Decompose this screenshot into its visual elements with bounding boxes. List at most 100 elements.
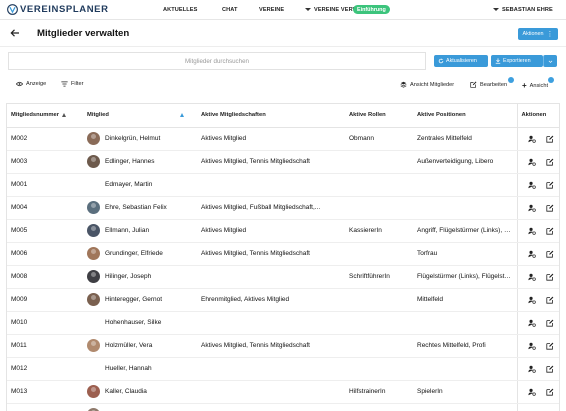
search-input[interactable]: Mitglieder durchsuchen <box>8 52 426 70</box>
user-menu[interactable]: SEBASTIAN EHRE <box>493 7 553 13</box>
table-row[interactable]: M012 Hueller, Hannah <box>7 357 559 381</box>
member-cell[interactable]: Edmayer, Martin <box>83 173 197 197</box>
member-cell[interactable]: Kaller, Claudia <box>83 380 197 404</box>
actions-button[interactable]: Aktionen ⋮ <box>518 28 558 40</box>
export-button[interactable]: Exportieren <box>491 55 543 67</box>
avatar <box>87 339 100 352</box>
edit-icon[interactable] <box>546 319 554 327</box>
user-settings-icon[interactable] <box>527 204 536 212</box>
user-settings-icon[interactable] <box>527 158 536 166</box>
nav-vereine[interactable]: VEREINE <box>259 7 284 13</box>
member-cell[interactable]: Hohenhauser, Silke <box>83 311 197 335</box>
col-header-member-number[interactable]: Mitgliedsnummer <box>7 104 83 128</box>
edit-icon[interactable] <box>546 158 554 166</box>
memberships-cell <box>197 357 345 381</box>
filter-button[interactable]: Filter <box>61 81 83 87</box>
edit-icon[interactable] <box>546 204 554 212</box>
actions-cell <box>516 288 559 312</box>
table-row[interactable]: M005 Ellmann, Julian Aktives Mitglied Ka… <box>7 219 559 243</box>
roles-cell <box>345 334 413 358</box>
user-settings-icon[interactable] <box>527 296 536 304</box>
table-row[interactable]: M006 Grundinger, Elfriede Aktives Mitgli… <box>7 242 559 266</box>
member-view-button[interactable]: Ansicht Mitglieder <box>400 81 454 88</box>
member-cell[interactable]: Edlinger, Hannes <box>83 150 197 174</box>
member-number-cell: M011 <box>7 334 83 358</box>
edit-icon[interactable] <box>546 296 554 304</box>
header-divider <box>0 46 566 47</box>
user-settings-icon[interactable] <box>527 135 536 143</box>
user-settings-icon[interactable] <box>527 319 536 327</box>
user-settings-icon[interactable] <box>527 273 536 281</box>
table-header-row: Mitgliedsnummer Mitglied Aktive Mitglied… <box>7 104 559 128</box>
table-row[interactable]: M010 Hohenhauser, Silke <box>7 311 559 335</box>
edit-notification-dot <box>508 77 514 83</box>
user-settings-icon[interactable] <box>527 365 536 373</box>
col-header-member[interactable]: Mitglied <box>83 104 197 128</box>
memberships-cell: Aktives Mitglied, Fußball Mitgliedschaft… <box>197 196 345 220</box>
table-row[interactable]: M002 Dinkelgrün, Helmut Aktives Mitglied… <box>7 127 559 151</box>
member-cell[interactable]: Hilinger, Joseph <box>83 265 197 289</box>
user-settings-icon[interactable] <box>527 342 536 350</box>
member-cell[interactable]: Grundinger, Elfriede <box>83 242 197 266</box>
edit-icon <box>470 81 477 88</box>
actions-cell <box>516 334 559 358</box>
col-header-positions[interactable]: Aktive Positionen <box>413 104 517 128</box>
table-row[interactable]: M014 Krainer, Anja Fußball Mitgliedschaf… <box>7 403 559 411</box>
memberships-cell <box>197 311 345 335</box>
edit-icon[interactable] <box>546 273 554 281</box>
refresh-label: Aktualisieren <box>446 58 477 64</box>
table-row[interactable]: M013 Kaller, Claudia HilfstrainerIn Spie… <box>7 380 559 404</box>
edit-icon[interactable] <box>546 135 554 143</box>
member-cell[interactable]: Holzmüller, Vera <box>83 334 197 358</box>
table-row[interactable]: M004 Ehre, Sebastian Felix Aktives Mitgl… <box>7 196 559 220</box>
back-arrow-icon[interactable] <box>9 27 21 39</box>
actions-cell <box>516 127 559 151</box>
edit-button[interactable]: Bearbeiten <box>470 81 507 88</box>
col-header-roles[interactable]: Aktive Rollen <box>345 104 413 128</box>
refresh-button[interactable]: Aktualisieren <box>434 55 488 67</box>
table-row[interactable]: M011 Holzmüller, Vera Aktives Mitglied, … <box>7 334 559 358</box>
intro-badge[interactable]: Einführung <box>353 5 390 14</box>
user-settings-icon[interactable] <box>527 227 536 235</box>
roles-cell <box>345 150 413 174</box>
user-settings-icon[interactable] <box>527 181 536 189</box>
user-settings-icon[interactable] <box>527 250 536 258</box>
table-row[interactable]: M009 Hinteregger, Gernot Ehrenmitglied, … <box>7 288 559 312</box>
nav-chat[interactable]: CHAT <box>222 7 238 13</box>
roles-cell: SchriftführerIn <box>345 265 413 289</box>
table-row[interactable]: M003 Edlinger, Hannes Aktives Mitglied, … <box>7 150 559 174</box>
edit-icon[interactable] <box>546 181 554 189</box>
view-toggle[interactable]: Anzeige <box>16 81 46 87</box>
edit-icon[interactable] <box>546 342 554 350</box>
positions-cell: Verteidigung <box>413 403 517 411</box>
member-number-cell: M012 <box>7 357 83 381</box>
member-number-cell: M001 <box>7 173 83 197</box>
member-cell[interactable]: Ellmann, Julian <box>83 219 197 243</box>
add-view-notification-dot <box>548 77 554 83</box>
member-cell[interactable]: Dinkelgrün, Helmut <box>83 127 197 151</box>
app-logo[interactable]: VEREINSPLANER <box>7 4 109 15</box>
member-cell[interactable]: Hueller, Hannah <box>83 357 197 381</box>
col-header-memberships[interactable]: Aktive Mitgliedschaften <box>197 104 345 128</box>
member-cell[interactable]: Ehre, Sebastian Felix <box>83 196 197 220</box>
member-name: Hilinger, Joseph <box>105 273 152 280</box>
chevron-down-icon <box>548 60 553 63</box>
member-cell[interactable]: Hinteregger, Gernot <box>83 288 197 312</box>
user-settings-icon[interactable] <box>527 388 536 396</box>
table-row[interactable]: M001 Edmayer, Martin <box>7 173 559 197</box>
export-dropdown-button[interactable] <box>543 55 557 67</box>
edit-label: Bearbeiten <box>480 81 508 88</box>
edit-icon[interactable] <box>546 365 554 373</box>
edit-icon[interactable] <box>546 250 554 258</box>
member-number-cell: M014 <box>7 403 83 411</box>
member-view-label: Ansicht Mitglieder <box>410 81 455 88</box>
edit-icon[interactable] <box>546 227 554 235</box>
sort-asc-active-icon <box>180 113 184 117</box>
member-cell[interactable]: Krainer, Anja <box>83 403 197 411</box>
add-view-button[interactable]: + Ansicht <box>522 81 548 90</box>
actions-cell <box>516 403 559 411</box>
edit-icon[interactable] <box>546 388 554 396</box>
nav-aktuelles[interactable]: AKTUELLES <box>163 7 197 13</box>
table-row[interactable]: M008 Hilinger, Joseph SchriftführerIn Fl… <box>7 265 559 289</box>
avatar <box>87 201 100 214</box>
